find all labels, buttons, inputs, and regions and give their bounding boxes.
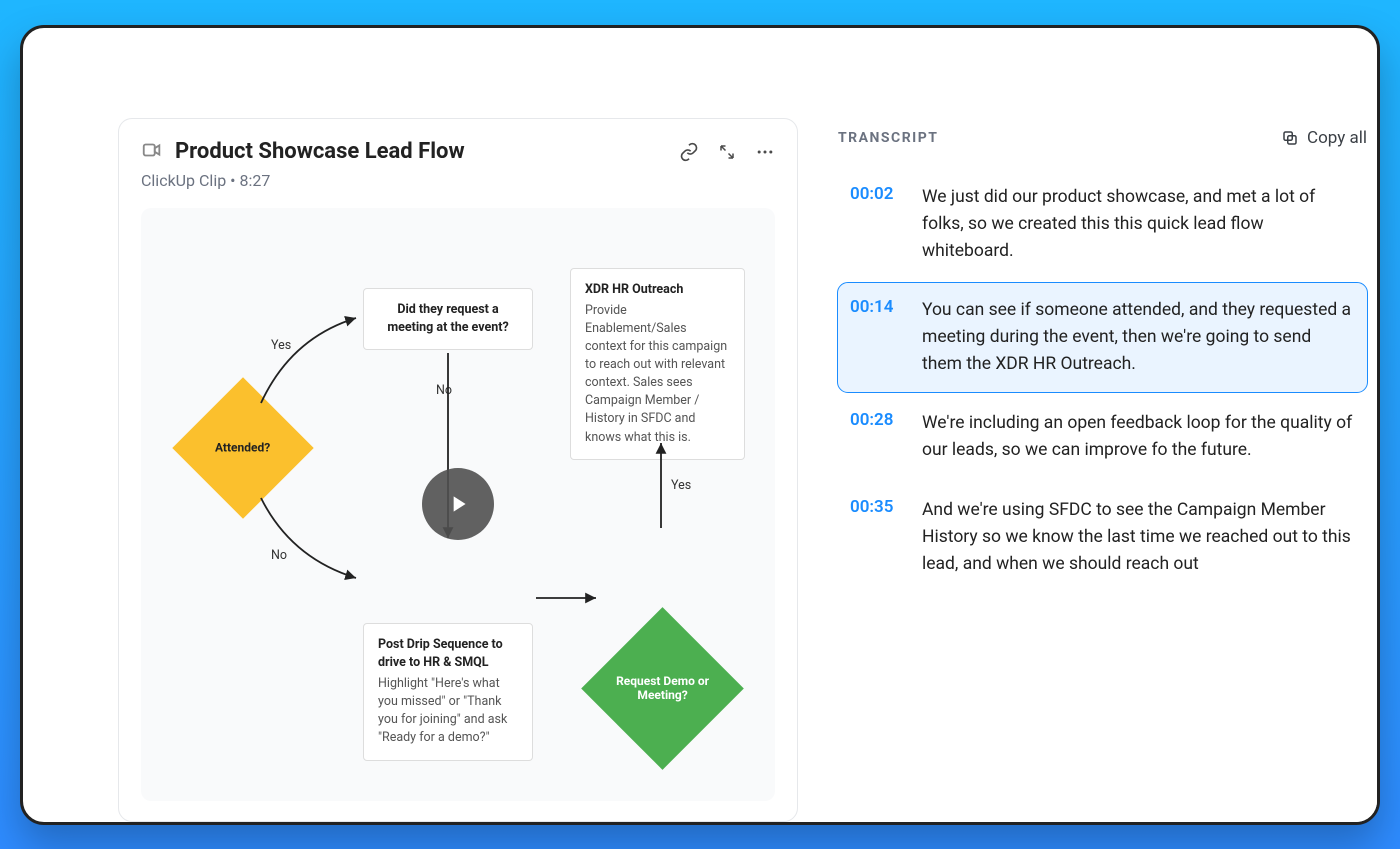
transcript-timestamp[interactable]: 00:28 — [850, 410, 904, 464]
copy-icon — [1281, 129, 1299, 147]
transcript-panel: TRANSCRIPT Copy all 00:02 We just did our… — [838, 118, 1377, 822]
transcript-text: You can see if someone attended, and the… — [922, 297, 1355, 378]
app-container: Product Showcase Lead Flow ClickUp Clip … — [118, 118, 1377, 822]
transcript-timestamp[interactable]: 00:02 — [850, 184, 904, 265]
transcript-header: TRANSCRIPT Copy all — [838, 128, 1367, 148]
transcript-row[interactable]: 00:28 We're including an open feedback lo… — [838, 396, 1367, 478]
transcript-text: We're including an open feedback loop fo… — [922, 410, 1355, 464]
header-actions — [679, 142, 775, 162]
video-icon — [141, 139, 163, 165]
whiteboard-canvas: Yes No No Yes Attended? Did they request… — [141, 208, 775, 801]
link-icon[interactable] — [679, 142, 699, 162]
transcript-text: We just did our product showcase, and me… — [922, 184, 1355, 265]
transcript-list: 00:02 We just did our product showcase, a… — [838, 170, 1367, 592]
transcript-text: And we're using SFDC to see the Campaign… — [922, 497, 1355, 578]
transcript-label: TRANSCRIPT — [838, 130, 1281, 146]
more-icon[interactable] — [755, 142, 775, 162]
transcript-row[interactable]: 00:02 We just did our product showcase, a… — [838, 170, 1367, 279]
clip-subtitle: ClickUp Clip • 8:27 — [141, 171, 775, 190]
play-button[interactable] — [422, 468, 494, 540]
expand-icon[interactable] — [717, 142, 737, 162]
clip-title: Product Showcase Lead Flow — [175, 139, 667, 164]
clip-card: Product Showcase Lead Flow ClickUp Clip … — [118, 118, 798, 822]
device-frame: Product Showcase Lead Flow ClickUp Clip … — [20, 25, 1380, 825]
fade-overlay — [838, 712, 1377, 825]
transcript-timestamp[interactable]: 00:14 — [850, 297, 904, 378]
transcript-row[interactable]: 00:14 You can see if someone attended, an… — [838, 283, 1367, 392]
transcript-timestamp[interactable]: 00:35 — [850, 497, 904, 578]
clip-duration: 8:27 — [240, 171, 271, 190]
clip-source: ClickUp Clip — [141, 171, 226, 190]
transcript-row[interactable]: 00:35 And we're using SFDC to see the Cam… — [838, 483, 1367, 592]
copy-all-label: Copy all — [1307, 128, 1367, 148]
card-header: Product Showcase Lead Flow — [141, 139, 775, 165]
copy-all-button[interactable]: Copy all — [1281, 128, 1367, 148]
